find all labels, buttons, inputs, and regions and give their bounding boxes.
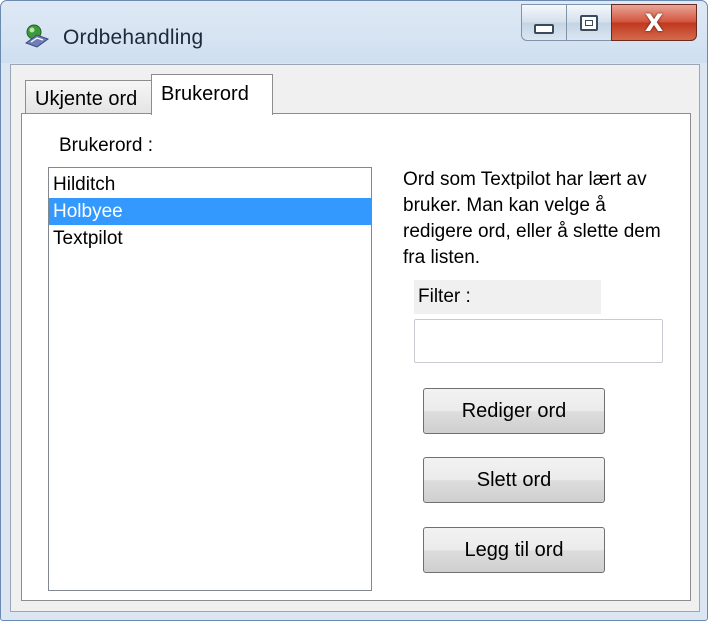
tab-ukjente-ord[interactable]: Ukjente ord (25, 80, 152, 114)
minimize-button[interactable] (521, 4, 567, 41)
list-item-holbyee[interactable]: Holbyee (49, 198, 371, 225)
close-icon: X (644, 8, 664, 37)
maximize-icon (580, 14, 598, 31)
window-title: Ordbehandling (63, 26, 204, 49)
maximize-button[interactable] (566, 4, 612, 41)
title-bar[interactable]: Ordbehandling X (1, 1, 707, 63)
window-controls: X (521, 4, 697, 42)
main-window: Ordbehandling X Ukjente ord Brukerord Br… (0, 0, 708, 621)
word-list-label: Brukerord : (59, 135, 153, 156)
client-area: Ukjente ord Brukerord Brukerord : Hildit… (10, 64, 700, 612)
list-item-hilditch[interactable]: Hilditch (49, 171, 371, 198)
add-word-button[interactable]: Legg til ord (423, 527, 605, 573)
tab-brukerord[interactable]: Brukerord (151, 74, 273, 115)
user-word-list[interactable]: Hilditch Holbyee Textpilot (48, 167, 372, 591)
minimize-icon (534, 23, 554, 34)
filter-input[interactable] (414, 319, 663, 363)
description-text: Ord som Textpilot har lært av bruker. Ma… (403, 169, 661, 268)
app-icon (24, 24, 50, 48)
edit-word-button[interactable]: Rediger ord (423, 388, 605, 434)
filter-label: Filter : (414, 280, 601, 314)
delete-word-button[interactable]: Slett ord (423, 457, 605, 503)
tab-panel-brukerord: Brukerord : Hilditch Holbyee Textpilot O… (21, 113, 691, 601)
list-item-textpilot[interactable]: Textpilot (49, 225, 371, 252)
close-button[interactable]: X (611, 4, 697, 41)
